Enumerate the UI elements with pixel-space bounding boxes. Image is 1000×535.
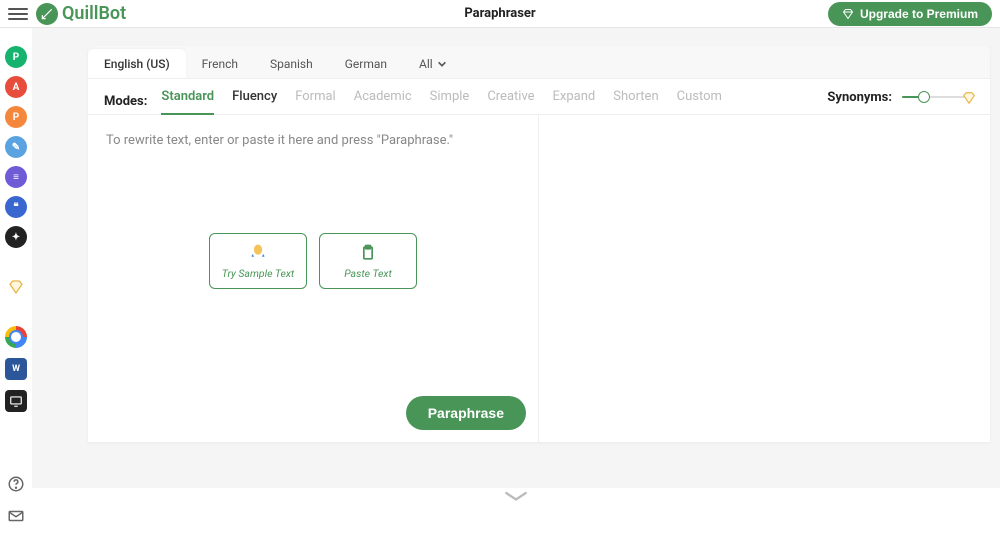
language-tab-english-us-[interactable]: English (US)	[88, 49, 186, 78]
sidebar-item-desktop[interactable]	[5, 390, 27, 412]
mode-expand[interactable]: Expand	[553, 89, 596, 115]
sidebar-item-summarizer[interactable]: ≡	[5, 166, 27, 188]
language-tab-german[interactable]: German	[329, 49, 403, 78]
mode-custom[interactable]: Custom	[677, 89, 722, 115]
sidebar-item-translator[interactable]: ✦	[5, 226, 27, 248]
slider-handle-icon[interactable]	[918, 91, 930, 103]
page-title: Paraphraser	[464, 6, 535, 21]
synonyms-slider[interactable]	[902, 90, 974, 104]
modes-label: Modes:	[104, 94, 147, 109]
wave-icon	[248, 243, 268, 263]
synonyms-control: Synonyms:	[827, 90, 974, 114]
menu-icon[interactable]	[8, 4, 28, 24]
expand-section	[32, 487, 1000, 505]
mode-simple[interactable]: Simple	[430, 89, 470, 115]
mode-standard[interactable]: Standard	[161, 89, 214, 115]
paraphrase-button[interactable]: Paraphrase	[406, 396, 526, 430]
language-tab-spanish[interactable]: Spanish	[254, 49, 329, 78]
sidebar-item-grammar[interactable]: A	[5, 76, 27, 98]
sidebar-item-word[interactable]: W	[5, 358, 27, 380]
language-tab-french[interactable]: French	[186, 49, 254, 78]
mode-creative[interactable]: Creative	[487, 89, 534, 115]
sidebar-item-citation[interactable]: ❝	[5, 196, 27, 218]
sidebar-item-premium[interactable]	[5, 276, 27, 298]
diamond-icon	[842, 8, 854, 20]
synonyms-label: Synonyms:	[827, 90, 892, 105]
help-icon[interactable]	[7, 475, 25, 493]
language-tab-all[interactable]: All	[403, 49, 463, 78]
upgrade-label: Upgrade to Premium	[860, 7, 978, 21]
brand-name: QuillBot	[62, 3, 126, 24]
try-sample-label: Try Sample Text	[222, 267, 294, 280]
paste-text-button[interactable]: Paste Text	[319, 233, 417, 289]
mode-shorten[interactable]: Shorten	[613, 89, 658, 115]
slider-premium-icon	[962, 90, 976, 104]
output-pane	[539, 115, 990, 442]
main-area: English (US)FrenchSpanishGermanAll Modes…	[32, 28, 1000, 488]
mode-fluency[interactable]: Fluency	[232, 89, 277, 115]
sidebar-item-paraphraser[interactable]: P	[5, 46, 27, 68]
input-pane[interactable]: To rewrite text, enter or paste it here …	[88, 115, 539, 442]
mail-icon[interactable]	[7, 507, 25, 525]
clipboard-icon	[358, 243, 378, 263]
language-tabs: English (US)FrenchSpanishGermanAll	[88, 46, 990, 79]
sidebar-item-plagiarism[interactable]: P	[5, 106, 27, 128]
mode-formal[interactable]: Formal	[295, 89, 336, 115]
upgrade-button[interactable]: Upgrade to Premium	[828, 2, 992, 26]
editor-split: To rewrite text, enter or paste it here …	[88, 115, 990, 442]
left-sidebar: PAP ✎ ≡ ❝ ✦ W	[0, 28, 32, 535]
chevron-down-icon[interactable]	[502, 487, 530, 505]
mode-academic[interactable]: Academic	[354, 89, 412, 115]
sidebar-item-chrome[interactable]	[5, 326, 27, 348]
brand-logo[interactable]: QuillBot	[36, 3, 126, 25]
quill-icon	[36, 3, 58, 25]
modes-row: Modes: Standard Fluency Formal Academic Simp…	[88, 79, 990, 115]
sidebar-item-cowriter[interactable]: ✎	[5, 136, 27, 158]
paste-text-label: Paste Text	[344, 267, 392, 280]
paraphraser-panel: English (US)FrenchSpanishGermanAll Modes…	[88, 46, 990, 442]
input-placeholder: To rewrite text, enter or paste it here …	[106, 133, 520, 148]
chevron-down-icon	[437, 59, 447, 69]
try-sample-button[interactable]: Try Sample Text	[209, 233, 307, 289]
top-bar: QuillBot Paraphraser Upgrade to Premium	[0, 0, 1000, 28]
